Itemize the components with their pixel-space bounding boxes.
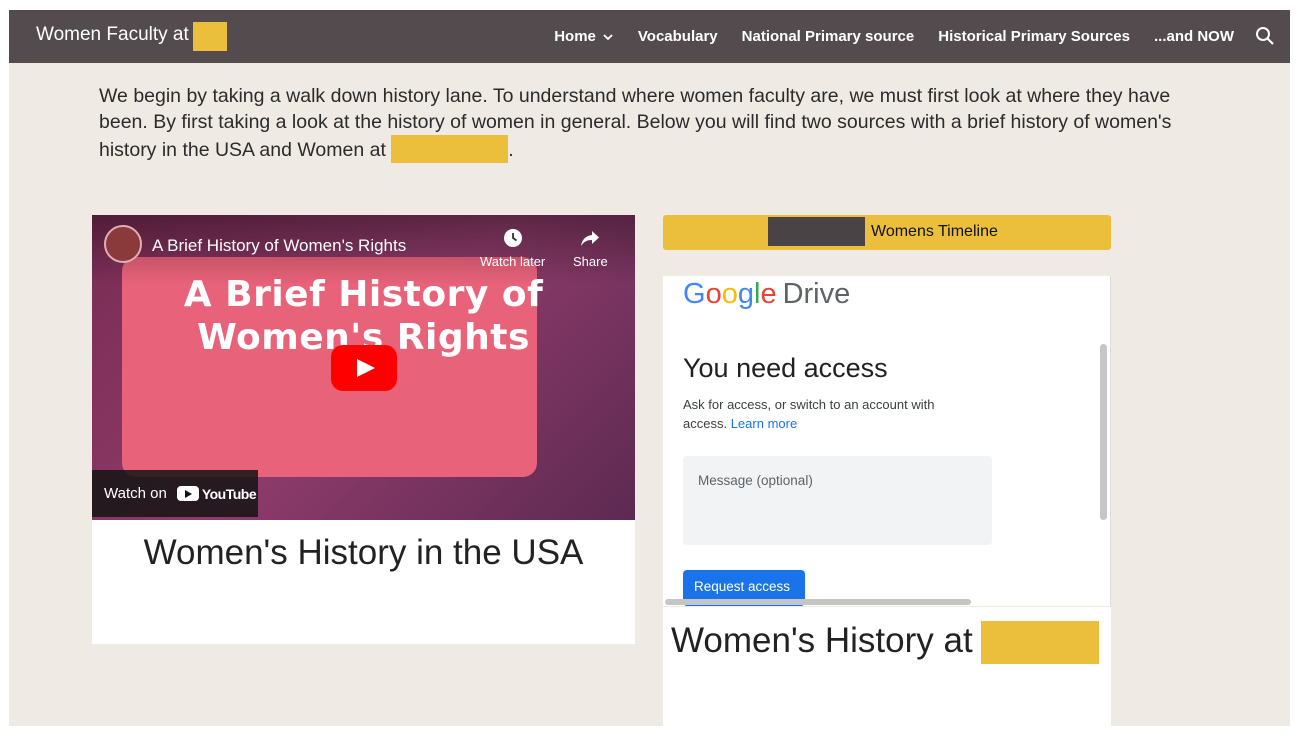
learn-more-link[interactable]: Learn more bbox=[731, 416, 797, 431]
intro-end: . bbox=[508, 139, 514, 161]
womens-timeline-button[interactable]: Womens Timeline bbox=[663, 215, 1111, 250]
history-card: Women's History at bbox=[663, 607, 1111, 726]
access-heading: You need access bbox=[683, 353, 888, 383]
history-caption: Women's History at bbox=[671, 621, 973, 660]
redacted-block bbox=[391, 135, 509, 163]
video-card: A Brief History of Women's Rights A Brie… bbox=[92, 215, 635, 644]
nav-historical-primary-sources[interactable]: Historical Primary Sources bbox=[938, 28, 1130, 45]
youtube-wordmark: YouTube bbox=[201, 485, 257, 502]
intro-paragraph: We begin by taking a walk down history l… bbox=[99, 83, 1194, 163]
vertical-scrollbar[interactable] bbox=[1100, 344, 1107, 520]
youtube-logo: YouTube bbox=[176, 485, 257, 502]
ask-text: Ask for access, or switch to an account … bbox=[683, 397, 935, 431]
channel-avatar[interactable] bbox=[104, 225, 142, 263]
timeline-label: Womens Timeline bbox=[871, 223, 998, 240]
google-drive-logo: Google Drive bbox=[683, 278, 851, 310]
top-nav-bar: Women Faculty at Home Vocabulary Nationa… bbox=[9, 10, 1290, 63]
youtube-play-icon bbox=[176, 486, 199, 501]
share-label: Share bbox=[573, 254, 608, 269]
message-input[interactable]: Message (optional) bbox=[683, 456, 992, 545]
watch-on-youtube-button[interactable]: Watch on YouTube bbox=[92, 470, 258, 517]
share-icon bbox=[581, 231, 600, 246]
horizontal-scrollbar[interactable] bbox=[665, 599, 971, 605]
intro-text: We begin by taking a walk down history l… bbox=[99, 85, 1172, 161]
watch-later-label: Watch later bbox=[480, 254, 546, 269]
nav-home-label: Home bbox=[554, 28, 596, 45]
nav-home[interactable]: Home bbox=[554, 28, 614, 45]
nav-and-now[interactable]: ...and NOW bbox=[1154, 28, 1234, 45]
redacted-block bbox=[981, 621, 1099, 664]
redacted-block bbox=[193, 22, 227, 51]
watch-later-button[interactable]: Watch later bbox=[480, 227, 545, 269]
nav-national-primary-source[interactable]: National Primary source bbox=[742, 28, 915, 45]
watch-on-label: Watch on bbox=[104, 485, 167, 502]
play-button[interactable] bbox=[331, 345, 397, 391]
site-title[interactable]: Women Faculty at bbox=[36, 24, 189, 46]
access-description: Ask for access, or switch to an account … bbox=[683, 395, 973, 433]
google-drive-embed: Google Drive You need access Ask for acce… bbox=[663, 276, 1111, 606]
chevron-down-icon bbox=[603, 33, 613, 40]
share-button[interactable]: Share bbox=[573, 227, 608, 269]
page-frame: Women Faculty at Home Vocabulary Nationa… bbox=[9, 10, 1290, 726]
youtube-embed[interactable]: A Brief History of Women's Rights A Brie… bbox=[92, 215, 635, 520]
clock-icon bbox=[503, 229, 522, 247]
redacted-block bbox=[768, 217, 865, 246]
nav-vocabulary[interactable]: Vocabulary bbox=[638, 28, 718, 45]
search-icon[interactable] bbox=[1254, 25, 1276, 47]
main-nav: Home Vocabulary National Primary source … bbox=[554, 10, 1234, 63]
video-title[interactable]: A Brief History of Women's Rights bbox=[152, 236, 406, 256]
video-caption: Women's History in the USA bbox=[143, 533, 584, 572]
